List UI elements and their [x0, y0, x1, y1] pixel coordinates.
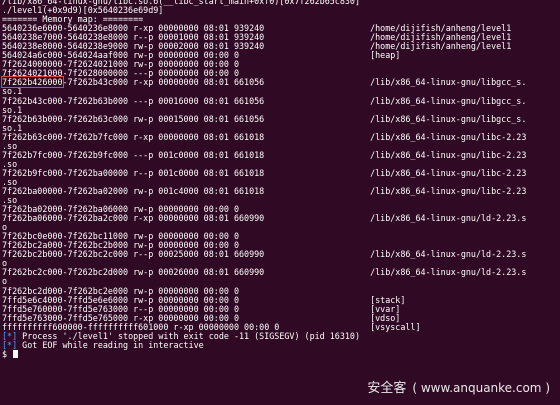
terminal-line-rest: -7f262b43c000 r-xp 00000000 08:01 661056…: [62, 77, 527, 88]
status-text: Got EOF while reading in interactive: [17, 339, 204, 350]
terminal-output[interactable]: /lib/x86_64-linux-gnu/libc.so.6(__libc_s…: [1, 0, 560, 405]
terminal-line: 7f262b43c000-7f262b63b000 ---p 00016000 …: [2, 95, 527, 106]
terminal-line: 7f262bc2c000-7f262bc2d000 rw-p 00026000 …: [2, 267, 527, 278]
text-cursor: [13, 350, 19, 359]
terminal-line: 7f262b63b000-7f262b63c000 rw-p 00015000 …: [2, 113, 527, 124]
terminal-line: 7f262b426000-7f262b43c000 r-xp 00000000 …: [1, 76, 560, 89]
prompt-symbol: $: [2, 348, 13, 359]
terminal-line: 7f262bc2b000-7f262bc2c000 r--p 00025000 …: [2, 249, 527, 260]
terminal-line: 7f262b9fc000-7f262ba00000 r--p 001c0000 …: [2, 167, 527, 178]
watermark: 安全客 ( www.anquanke.com ): [367, 380, 550, 396]
terminal-line: 7f262ba00000-7f262ba02000 rw-p 001c4000 …: [2, 185, 527, 196]
terminal-line: 7f262b7fc000-7f262b9fc000 ---p 001c0000 …: [2, 149, 527, 160]
watermark-url: ( www.anquanke.com ): [412, 380, 550, 395]
terminal-line: 7f262b63c000-7f262b7fc000 r-xp 00000000 …: [2, 131, 527, 142]
terminal-line: 7f262ba06000-7f262ba2c000 r-xp 00000000 …: [2, 213, 527, 224]
shell-prompt[interactable]: $: [2, 348, 560, 359]
status-line: [*] Got EOF while reading in interactive: [2, 339, 560, 350]
watermark-brand: 安全客: [367, 380, 407, 396]
